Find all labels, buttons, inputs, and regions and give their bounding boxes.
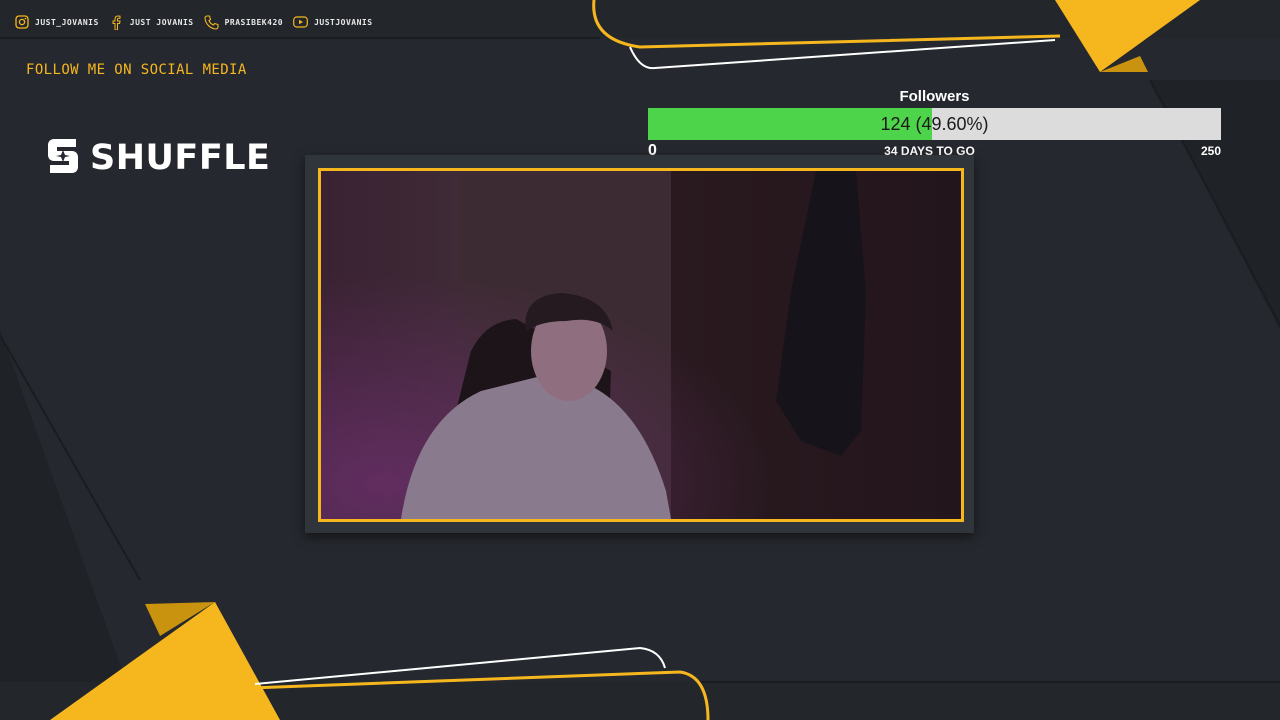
social-youtube[interactable]: JUSTJOVANIS	[293, 15, 372, 30]
webcam-frame	[318, 168, 964, 522]
instagram-icon	[14, 15, 29, 30]
follower-goal-max: 250	[1200, 144, 1221, 158]
social-handles: JUST_JOVANIS JUST JOVANIS PRASIBEK420 JU…	[14, 13, 373, 31]
social-instagram[interactable]: JUST_JOVANIS	[14, 15, 99, 30]
follower-goal-title: Followers	[899, 88, 970, 105]
social-phone[interactable]: PRASIBEK420	[204, 14, 284, 30]
phone-icon	[204, 14, 219, 30]
shuffle-logo-icon	[46, 137, 80, 179]
webcam-feed	[321, 171, 961, 519]
follower-goal-bar: 124 (49.60%)	[648, 108, 1221, 140]
social-handle-youtube: JUSTJOVANIS	[314, 17, 373, 27]
social-facebook[interactable]: JUST JOVANIS	[109, 14, 194, 30]
follow-heading: FOLLOW ME ON SOCIAL MEDIA	[26, 62, 247, 78]
youtube-icon	[293, 15, 308, 30]
facebook-icon	[109, 14, 124, 30]
social-handle-phone: PRASIBEK420	[224, 17, 284, 27]
sponsor-logo[interactable]: SHUFFLE	[46, 137, 270, 179]
bg-panel-left	[0, 330, 140, 720]
stream-overlay: JUST_JOVANIS JUST JOVANIS PRASIBEK420 JU…	[0, 0, 1280, 720]
social-handle-facebook: JUST JOVANIS	[129, 17, 194, 27]
accent-line-bottom-white	[254, 646, 666, 685]
follower-goal-label: 124 (49.60%)	[880, 113, 989, 134]
social-handle-instagram: JUST_JOVANIS	[35, 17, 99, 27]
logo-text: SHUFFLE	[90, 138, 271, 178]
